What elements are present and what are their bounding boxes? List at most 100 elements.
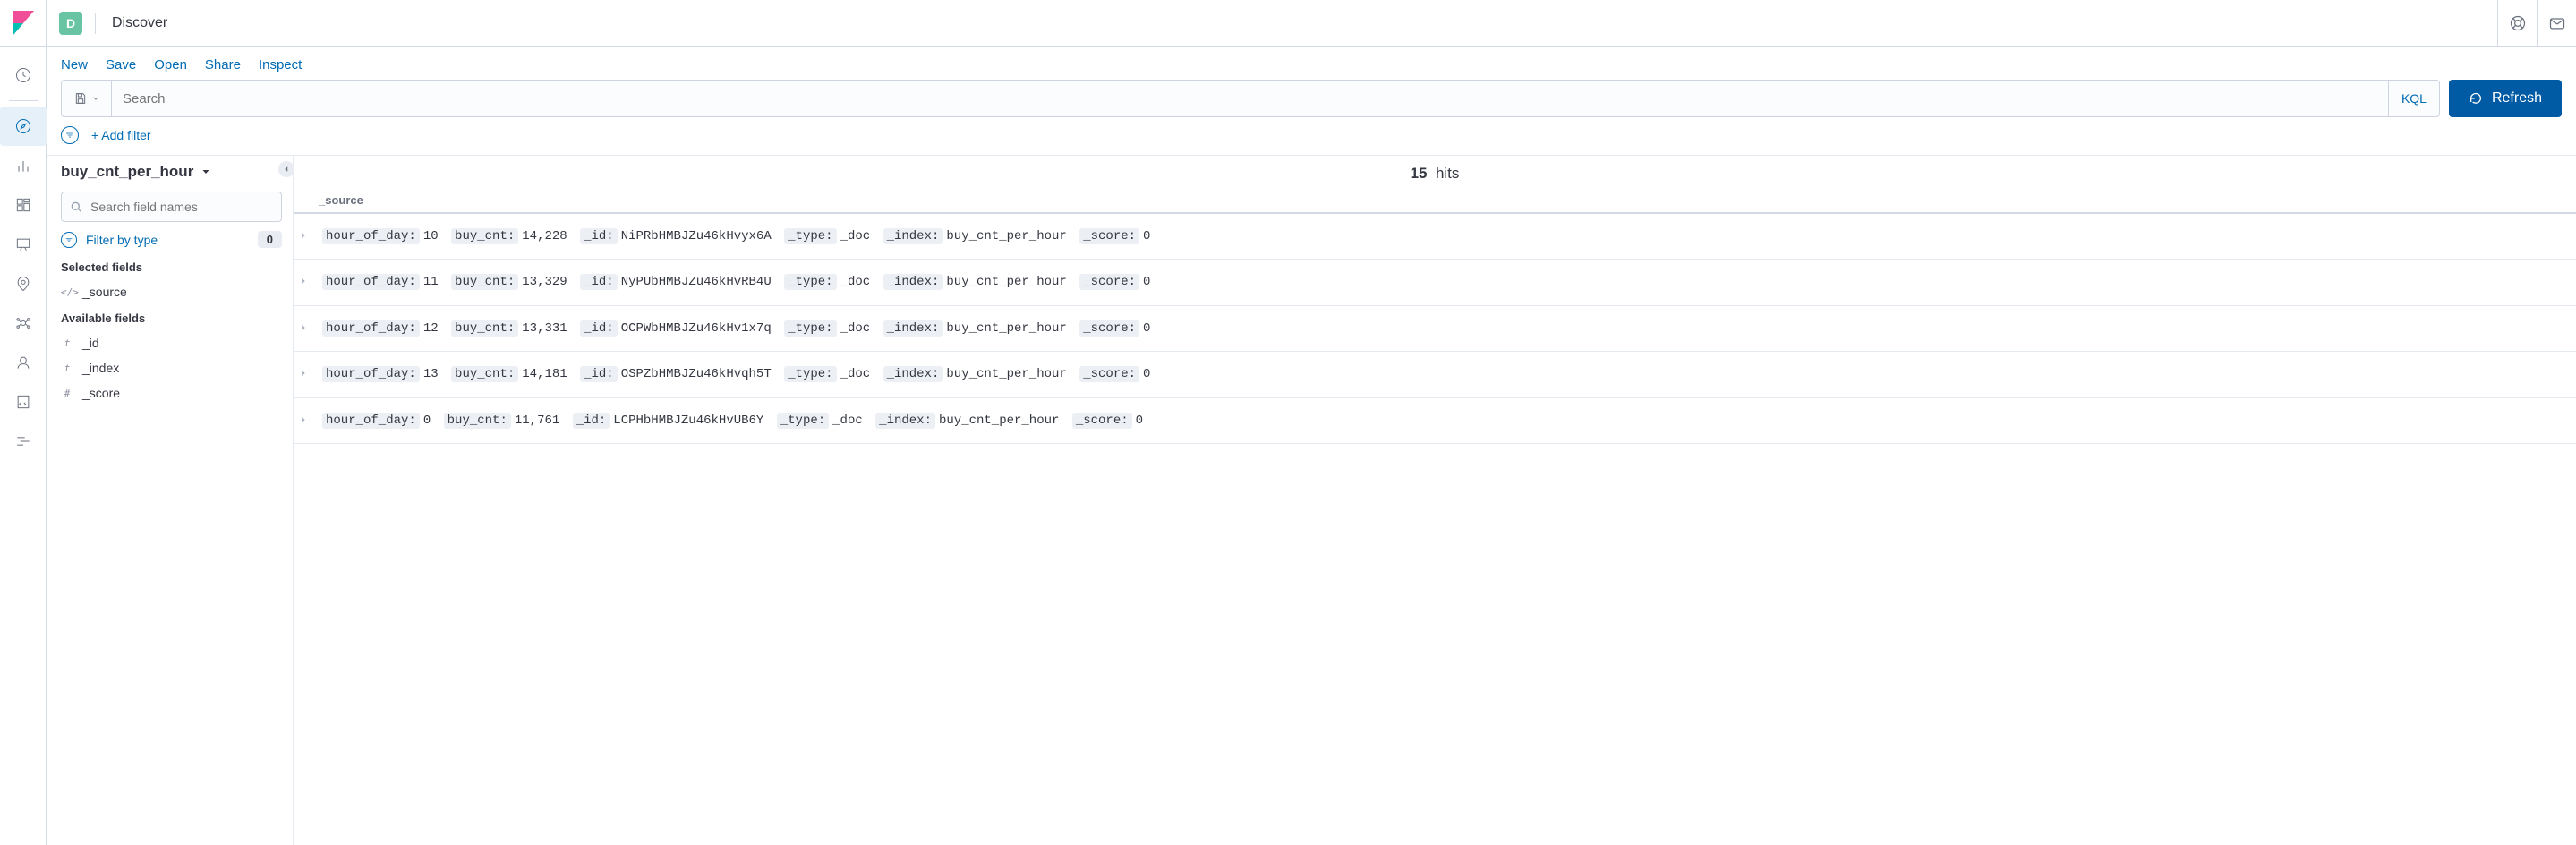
table-row: hour_of_day:0 buy_cnt:11,761 _id:LCPHbHM… — [294, 398, 2576, 444]
field-type-icon: # — [61, 388, 73, 399]
nav-metrics[interactable] — [0, 343, 47, 382]
available-fields-heading: Available fields — [61, 312, 282, 325]
search-icon — [69, 200, 83, 214]
field-type-icon: t — [61, 363, 73, 374]
chevron-right-icon — [299, 369, 308, 378]
field-search-input[interactable] — [90, 200, 274, 214]
filter-icon — [64, 235, 73, 244]
field-name: _id — [82, 336, 99, 350]
nav-maps[interactable] — [0, 264, 47, 303]
nav-canvas[interactable] — [0, 225, 47, 264]
kibana-logo-icon — [13, 11, 34, 36]
divider — [95, 13, 96, 34]
metrics-icon — [14, 354, 32, 371]
hits-count: 15 — [1411, 165, 1428, 182]
field-search[interactable] — [61, 192, 282, 222]
space-initial: D — [66, 16, 75, 30]
filter-by-type-label: Filter by type — [86, 233, 158, 247]
side-nav — [0, 47, 47, 845]
app-header: D Discover — [0, 0, 2576, 47]
index-pattern-name: buy_cnt_per_hour — [61, 163, 193, 181]
filter-bar: + Add filter — [47, 126, 2576, 155]
kibana-logo[interactable] — [0, 0, 47, 47]
canvas-icon — [14, 235, 32, 253]
collapse-sidebar-button[interactable] — [278, 161, 294, 177]
expand-row-button[interactable] — [299, 274, 315, 288]
doc-source: hour_of_day:0 buy_cnt:11,761 _id:LCPHbHM… — [322, 411, 2565, 431]
selected-fields-heading: Selected fields — [61, 260, 282, 274]
field-name: _index — [82, 361, 119, 375]
filter-options-button[interactable] — [61, 126, 79, 144]
field-item[interactable]: </>_source — [61, 279, 282, 304]
lifebuoy-icon — [2509, 14, 2527, 32]
apm-icon — [14, 432, 32, 450]
field-name: _score — [82, 386, 120, 400]
chevron-right-icon — [299, 323, 308, 332]
search-bar: KQL — [61, 80, 2440, 117]
doc-source: hour_of_day:10 buy_cnt:14,228 _id:NiPRbH… — [322, 226, 2565, 246]
field-type-icon: </> — [61, 286, 73, 298]
fields-sidebar: buy_cnt_per_hour Filter by type 0 — [47, 156, 293, 845]
chevron-right-icon — [299, 277, 308, 286]
table-row: hour_of_day:13 buy_cnt:14,181 _id:OSPZbH… — [294, 352, 2576, 397]
saved-queries-dropdown[interactable] — [62, 81, 112, 116]
kql-toggle[interactable]: KQL — [2388, 81, 2439, 116]
menu-new[interactable]: New — [61, 57, 88, 73]
mail-icon — [2548, 14, 2566, 32]
type-filter-count: 0 — [258, 231, 282, 248]
menu-inspect[interactable]: Inspect — [259, 57, 302, 73]
table-row: hour_of_day:11 buy_cnt:13,329 _id:NyPUbH… — [294, 260, 2576, 305]
newsfeed-button[interactable] — [2537, 0, 2576, 47]
index-pattern-picker[interactable]: buy_cnt_per_hour — [61, 163, 282, 181]
bar-chart-icon — [14, 157, 32, 175]
table-row: hour_of_day:12 buy_cnt:13,331 _id:OCPWbH… — [294, 306, 2576, 352]
chevron-down-icon — [91, 91, 100, 106]
chevron-right-icon — [299, 415, 308, 424]
top-menu: New Save Open Share Inspect — [47, 47, 2576, 80]
nav-ml[interactable] — [0, 303, 47, 343]
nav-recently-viewed[interactable] — [0, 55, 47, 95]
refresh-label: Refresh — [2492, 90, 2542, 107]
nav-discover[interactable] — [0, 107, 47, 146]
filter-by-type-button[interactable]: Filter by type — [61, 232, 158, 248]
nav-apm[interactable] — [0, 422, 47, 461]
dashboard-icon — [14, 196, 32, 214]
hits-header: 15 hits — [294, 156, 2576, 190]
help-button[interactable] — [2497, 0, 2537, 47]
expand-row-button[interactable] — [299, 320, 315, 335]
table-row: hour_of_day:10 buy_cnt:14,228 _id:NiPRbH… — [294, 214, 2576, 260]
clock-icon — [14, 66, 32, 84]
nav-logs[interactable] — [0, 382, 47, 422]
refresh-icon — [2469, 91, 2483, 106]
expand-row-button[interactable] — [299, 228, 315, 243]
nav-visualize[interactable] — [0, 146, 47, 185]
field-item[interactable]: t _id — [61, 330, 282, 355]
search-input[interactable] — [112, 81, 2388, 116]
menu-open[interactable]: Open — [154, 57, 187, 73]
table-header: _source — [294, 190, 2576, 214]
nav-dashboard[interactable] — [0, 185, 47, 225]
chevron-left-icon — [282, 165, 291, 174]
menu-share[interactable]: Share — [205, 57, 241, 73]
column-source[interactable]: _source — [319, 193, 363, 207]
chevron-down-icon — [200, 166, 211, 177]
chevron-right-icon — [299, 231, 308, 240]
doc-source: hour_of_day:11 buy_cnt:13,329 _id:NyPUbH… — [322, 272, 2565, 292]
menu-save[interactable]: Save — [106, 57, 136, 73]
field-item[interactable]: # _score — [61, 380, 282, 405]
filter-icon — [64, 130, 75, 141]
add-filter-button[interactable]: + Add filter — [91, 128, 151, 142]
field-item[interactable]: t _index — [61, 355, 282, 380]
doc-source: hour_of_day:13 buy_cnt:14,181 _id:OSPZbH… — [322, 364, 2565, 384]
doc-source: hour_of_day:12 buy_cnt:13,331 _id:OCPWbH… — [322, 319, 2565, 338]
disk-icon — [73, 91, 88, 106]
breadcrumb: Discover — [112, 15, 167, 31]
logs-icon — [14, 393, 32, 411]
expand-row-button[interactable] — [299, 413, 315, 427]
results-panel: 15 hits _source hour_of_day:10 buy_cnt:1… — [293, 156, 2576, 845]
space-selector[interactable]: D — [59, 12, 82, 35]
expand-row-button[interactable] — [299, 366, 315, 380]
field-type-icon: t — [61, 337, 73, 349]
refresh-button[interactable]: Refresh — [2449, 80, 2562, 117]
map-icon — [14, 275, 32, 293]
